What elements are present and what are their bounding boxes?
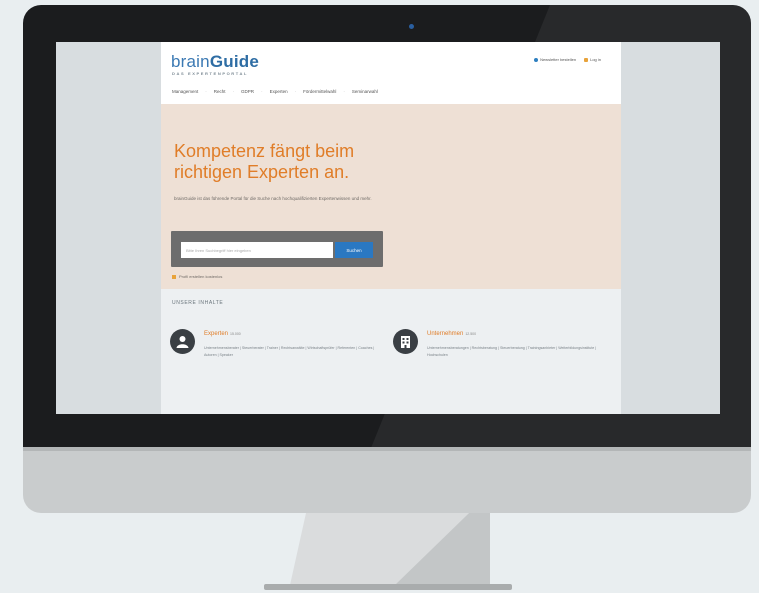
logo-brain-text: brain [171, 52, 210, 71]
companies-card[interactable]: Unternehmen 12.500 Unternehmensberatungen… [393, 329, 603, 389]
nav-item-experten[interactable]: Experten [270, 89, 288, 94]
building-icon [393, 329, 418, 354]
site-header: brainGuide DAS EXPERTENPORTAL Newsletter… [161, 42, 621, 102]
search-box: Suchen [171, 231, 383, 267]
content-section: UNSERE INHALTE Experten 15.000 Unternehme… [161, 289, 621, 414]
experts-count: 15.000 [230, 332, 241, 336]
monitor-stand-base [264, 584, 512, 590]
hero-section: Kompetenz fängt beim richtigen Experten … [161, 104, 621, 289]
site-logo[interactable]: brainGuide [171, 52, 259, 72]
profile-icon [172, 274, 176, 279]
companies-categories: Unternehmensberatungen | Rechtsberatung … [427, 346, 597, 357]
create-profile-link[interactable]: Profil erstellen kostenlos [172, 274, 222, 279]
nav-item-foerdermittel[interactable]: Fördermittelwahl [303, 89, 336, 94]
camera-icon [409, 24, 414, 29]
login-label: Log in [590, 57, 601, 62]
logo-guide-text: Guide [209, 52, 259, 71]
main-nav: Management · Recht · GDPR · Experten · F… [172, 89, 378, 94]
webpage: brainGuide DAS EXPERTENPORTAL Newsletter… [161, 42, 621, 414]
login-link[interactable]: Log in [584, 57, 601, 62]
header-links: Newsletter bestellen Log in [534, 57, 601, 62]
nav-item-recht[interactable]: Recht [214, 89, 226, 94]
experts-card[interactable]: Experten 15.000 Unternehmensberater | Ste… [170, 329, 380, 389]
newsletter-link[interactable]: Newsletter bestellen [534, 57, 576, 62]
lock-icon [584, 57, 589, 62]
monitor-screen: brainGuide DAS EXPERTENPORTAL Newsletter… [56, 42, 720, 414]
nav-item-management[interactable]: Management [172, 89, 198, 94]
newsletter-label: Newsletter bestellen [540, 57, 577, 62]
companies-title-text: Unternehmen [427, 331, 464, 337]
nav-item-seminare[interactable]: Seminarwahl [352, 89, 378, 94]
experts-title[interactable]: Experten 15.000 [204, 331, 241, 337]
expert-person-icon [170, 329, 195, 354]
monitor-chin [23, 447, 751, 513]
nav-item-gdpr[interactable]: GDPR [241, 89, 254, 94]
experts-title-text: Experten [204, 331, 229, 337]
hero-subtitle: brainGuide ist das führende Portal für d… [174, 196, 372, 201]
create-profile-label: Profil erstellen kostenlos [179, 274, 223, 279]
hero-title: Kompetenz fängt beim richtigen Experten … [174, 141, 355, 182]
companies-title[interactable]: Unternehmen 12.500 [427, 331, 476, 337]
section-title: UNSERE INHALTE [172, 300, 224, 306]
newsletter-icon [534, 57, 539, 62]
chin-shadow [23, 447, 751, 451]
experts-categories: Unternehmensberater | Steuerberater | Tr… [204, 346, 375, 357]
search-button[interactable]: Suchen [335, 242, 373, 258]
search-input[interactable] [181, 242, 333, 258]
companies-count: 12.500 [465, 332, 477, 336]
site-tagline: DAS EXPERTENPORTAL [172, 71, 249, 76]
